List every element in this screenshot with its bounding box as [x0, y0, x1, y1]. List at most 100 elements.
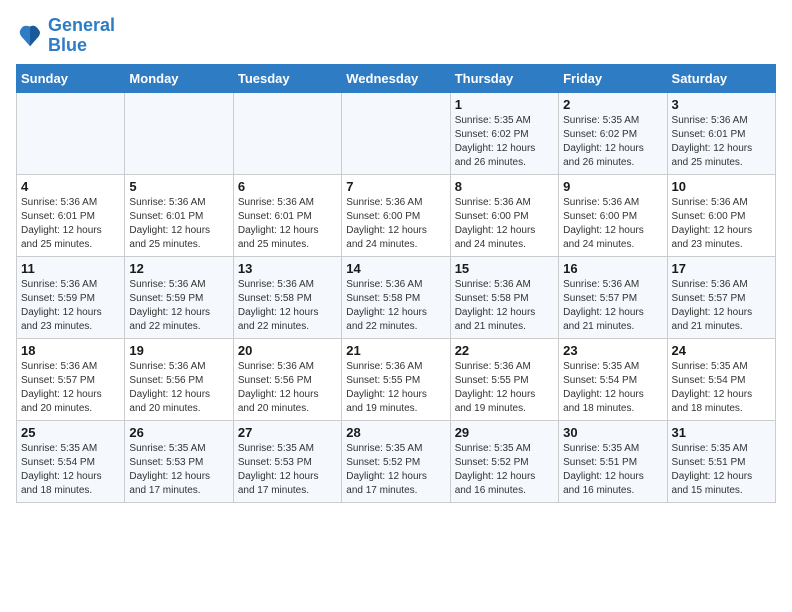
calendar-cell: 28 Sunrise: 5:35 AM Sunset: 5:52 PM Dayli… [342, 420, 450, 502]
day-number: 16 [563, 261, 662, 276]
day-number: 15 [455, 261, 554, 276]
day-info: Sunrise: 5:35 AM Sunset: 5:51 PM Dayligh… [563, 442, 662, 498]
day-info: Sunrise: 5:36 AM Sunset: 5:56 PM Dayligh… [238, 360, 337, 416]
calendar-cell: 17 Sunrise: 5:36 AM Sunset: 5:57 PM Dayli… [667, 256, 775, 338]
calendar-cell: 7 Sunrise: 5:36 AM Sunset: 6:00 PM Daylig… [342, 174, 450, 256]
day-info: Sunrise: 5:36 AM Sunset: 5:58 PM Dayligh… [346, 278, 445, 334]
page-header: General Blue [16, 16, 776, 56]
header-friday: Friday [559, 64, 667, 92]
header-wednesday: Wednesday [342, 64, 450, 92]
day-number: 10 [672, 179, 771, 194]
day-info: Sunrise: 5:36 AM Sunset: 5:58 PM Dayligh… [455, 278, 554, 334]
calendar-cell: 15 Sunrise: 5:36 AM Sunset: 5:58 PM Dayli… [450, 256, 558, 338]
calendar-week-row: 25 Sunrise: 5:35 AM Sunset: 5:54 PM Dayli… [17, 420, 776, 502]
calendar-cell: 9Sunrise: 5:36 AM Sunset: 6:00 PM Daylig… [559, 174, 667, 256]
day-info: Sunrise: 5:36 AM Sunset: 5:56 PM Dayligh… [129, 360, 228, 416]
header-sunday: Sunday [17, 64, 125, 92]
day-number: 9 [563, 179, 662, 194]
day-number: 14 [346, 261, 445, 276]
calendar-cell: 26Sunrise: 5:35 AM Sunset: 5:53 PM Dayli… [125, 420, 233, 502]
calendar-cell: 30Sunrise: 5:35 AM Sunset: 5:51 PM Dayli… [559, 420, 667, 502]
calendar-cell: 27 Sunrise: 5:35 AM Sunset: 5:53 PM Dayli… [233, 420, 341, 502]
day-number: 23 [563, 343, 662, 358]
calendar-cell: 1 Sunrise: 5:35 AM Sunset: 6:02 PM Daylig… [450, 92, 558, 174]
day-number: 22 [455, 343, 554, 358]
day-info: Sunrise: 5:36 AM Sunset: 6:01 PM Dayligh… [129, 196, 228, 252]
day-info: Sunrise: 5:36 AM Sunset: 5:55 PM Dayligh… [455, 360, 554, 416]
day-info: Sunrise: 5:36 AM Sunset: 5:57 PM Dayligh… [563, 278, 662, 334]
day-number: 21 [346, 343, 445, 358]
calendar-week-row: 11 Sunrise: 5:36 AM Sunset: 5:59 PM Dayli… [17, 256, 776, 338]
day-info: Sunrise: 5:35 AM Sunset: 5:54 PM Dayligh… [21, 442, 120, 498]
day-number: 28 [346, 425, 445, 440]
calendar-cell [125, 92, 233, 174]
calendar-cell: 6 Sunrise: 5:36 AM Sunset: 6:01 PM Daylig… [233, 174, 341, 256]
day-info: Sunrise: 5:36 AM Sunset: 6:01 PM Dayligh… [672, 114, 771, 170]
calendar-cell: 12Sunrise: 5:36 AM Sunset: 5:59 PM Dayli… [125, 256, 233, 338]
day-info: Sunrise: 5:35 AM Sunset: 5:54 PM Dayligh… [672, 360, 771, 416]
calendar-cell: 4Sunrise: 5:36 AM Sunset: 6:01 PM Daylig… [17, 174, 125, 256]
day-number: 25 [21, 425, 120, 440]
day-number: 4 [21, 179, 120, 194]
day-number: 20 [238, 343, 337, 358]
calendar-cell: 29 Sunrise: 5:35 AM Sunset: 5:52 PM Dayli… [450, 420, 558, 502]
header-monday: Monday [125, 64, 233, 92]
calendar-cell: 20 Sunrise: 5:36 AM Sunset: 5:56 PM Dayli… [233, 338, 341, 420]
day-number: 1 [455, 97, 554, 112]
day-info: Sunrise: 5:36 AM Sunset: 5:55 PM Dayligh… [346, 360, 445, 416]
calendar-cell: 5 Sunrise: 5:36 AM Sunset: 6:01 PM Daylig… [125, 174, 233, 256]
day-number: 13 [238, 261, 337, 276]
day-number: 7 [346, 179, 445, 194]
day-info: Sunrise: 5:35 AM Sunset: 5:54 PM Dayligh… [563, 360, 662, 416]
calendar-table: SundayMondayTuesdayWednesdayThursdayFrid… [16, 64, 776, 503]
day-number: 17 [672, 261, 771, 276]
day-info: Sunrise: 5:35 AM Sunset: 6:02 PM Dayligh… [455, 114, 554, 170]
calendar-cell: 25 Sunrise: 5:35 AM Sunset: 5:54 PM Dayli… [17, 420, 125, 502]
day-info: Sunrise: 5:35 AM Sunset: 5:52 PM Dayligh… [346, 442, 445, 498]
day-info: Sunrise: 5:36 AM Sunset: 6:00 PM Dayligh… [346, 196, 445, 252]
calendar-cell: 23 Sunrise: 5:35 AM Sunset: 5:54 PM Dayli… [559, 338, 667, 420]
day-info: Sunrise: 5:36 AM Sunset: 5:59 PM Dayligh… [21, 278, 120, 334]
header-tuesday: Tuesday [233, 64, 341, 92]
header-saturday: Saturday [667, 64, 775, 92]
calendar-cell [342, 92, 450, 174]
calendar-cell: 8 Sunrise: 5:36 AM Sunset: 6:00 PM Daylig… [450, 174, 558, 256]
calendar-cell: 31 Sunrise: 5:35 AM Sunset: 5:51 PM Dayli… [667, 420, 775, 502]
day-number: 18 [21, 343, 120, 358]
day-info: Sunrise: 5:36 AM Sunset: 6:00 PM Dayligh… [455, 196, 554, 252]
day-info: Sunrise: 5:36 AM Sunset: 5:59 PM Dayligh… [129, 278, 228, 334]
day-number: 31 [672, 425, 771, 440]
day-info: Sunrise: 5:35 AM Sunset: 6:02 PM Dayligh… [563, 114, 662, 170]
day-info: Sunrise: 5:36 AM Sunset: 5:57 PM Dayligh… [672, 278, 771, 334]
day-number: 24 [672, 343, 771, 358]
calendar-cell: 18 Sunrise: 5:36 AM Sunset: 5:57 PM Dayli… [17, 338, 125, 420]
day-info: Sunrise: 5:36 AM Sunset: 6:01 PM Dayligh… [238, 196, 337, 252]
day-number: 8 [455, 179, 554, 194]
day-info: Sunrise: 5:35 AM Sunset: 5:53 PM Dayligh… [129, 442, 228, 498]
day-info: Sunrise: 5:35 AM Sunset: 5:53 PM Dayligh… [238, 442, 337, 498]
calendar-cell: 16 Sunrise: 5:36 AM Sunset: 5:57 PM Dayli… [559, 256, 667, 338]
day-info: Sunrise: 5:36 AM Sunset: 5:57 PM Dayligh… [21, 360, 120, 416]
header-thursday: Thursday [450, 64, 558, 92]
calendar-cell [17, 92, 125, 174]
calendar-cell: 19 Sunrise: 5:36 AM Sunset: 5:56 PM Dayli… [125, 338, 233, 420]
day-number: 27 [238, 425, 337, 440]
calendar-header-row: SundayMondayTuesdayWednesdayThursdayFrid… [17, 64, 776, 92]
calendar-cell: 10 Sunrise: 5:36 AM Sunset: 6:00 PM Dayli… [667, 174, 775, 256]
day-info: Sunrise: 5:35 AM Sunset: 5:51 PM Dayligh… [672, 442, 771, 498]
calendar-cell: 13Sunrise: 5:36 AM Sunset: 5:58 PM Dayli… [233, 256, 341, 338]
day-number: 29 [455, 425, 554, 440]
calendar-cell: 22 Sunrise: 5:36 AM Sunset: 5:55 PM Dayli… [450, 338, 558, 420]
calendar-week-row: 1 Sunrise: 5:35 AM Sunset: 6:02 PM Daylig… [17, 92, 776, 174]
calendar-cell: 21 Sunrise: 5:36 AM Sunset: 5:55 PM Dayli… [342, 338, 450, 420]
day-number: 5 [129, 179, 228, 194]
logo-icon [16, 22, 44, 50]
day-info: Sunrise: 5:35 AM Sunset: 5:52 PM Dayligh… [455, 442, 554, 498]
calendar-cell: 11 Sunrise: 5:36 AM Sunset: 5:59 PM Dayli… [17, 256, 125, 338]
day-info: Sunrise: 5:36 AM Sunset: 6:00 PM Dayligh… [672, 196, 771, 252]
calendar-cell: 14 Sunrise: 5:36 AM Sunset: 5:58 PM Dayli… [342, 256, 450, 338]
day-number: 19 [129, 343, 228, 358]
day-number: 6 [238, 179, 337, 194]
day-number: 11 [21, 261, 120, 276]
calendar-week-row: 18 Sunrise: 5:36 AM Sunset: 5:57 PM Dayli… [17, 338, 776, 420]
